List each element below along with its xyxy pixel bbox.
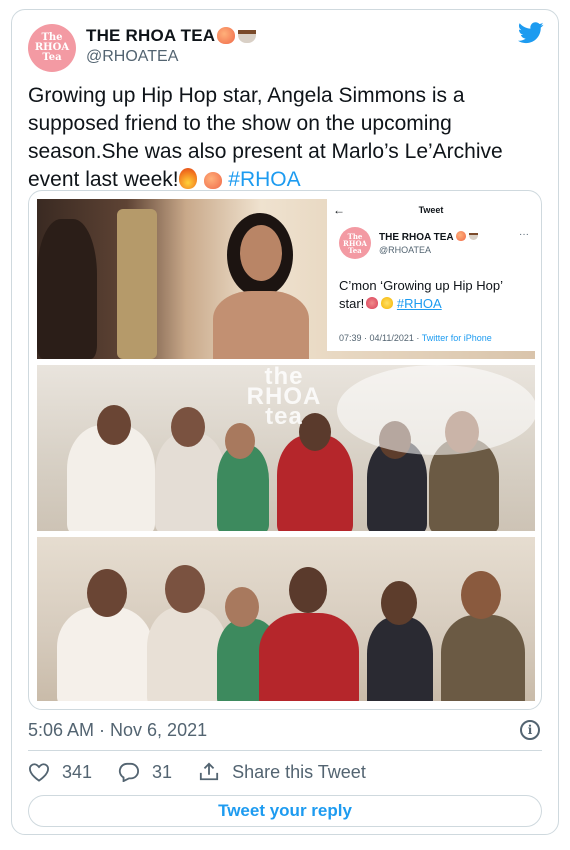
watermark-line-3: tea xyxy=(265,403,303,430)
woman-silver-outfit xyxy=(147,607,227,701)
author-display-name[interactable]: THE RHOA TEA xyxy=(86,26,257,46)
woman-red-outfit xyxy=(259,613,359,701)
woman-leopard-outfit xyxy=(441,615,525,701)
woman-shoulders xyxy=(213,291,309,359)
rhoa-tea-watermark: the RHOA tea xyxy=(229,365,339,430)
woman-head xyxy=(225,587,259,627)
tweet-actions: 341 31 Share this Tweet xyxy=(28,752,392,792)
peach-emoji xyxy=(204,172,223,189)
tweet-your-reply-button[interactable]: Tweet your reply xyxy=(28,795,542,827)
author-name-text: THE RHOA TEA xyxy=(86,26,216,45)
embedded-meta: 07:39 · 04/11/2021 · Twitter for iPhone xyxy=(339,333,492,343)
peach-emoji xyxy=(455,231,466,241)
like-button[interactable]: 341 xyxy=(28,762,92,783)
photo-angela-simmons[interactable]: ← Tweet The RHOA Tea THE RHOA TEA @RHOAT… xyxy=(37,199,535,359)
author-handle[interactable]: @RHOATEA xyxy=(86,48,178,66)
author-avatar[interactable]: The RHOA Tea xyxy=(28,24,76,72)
like-count: 341 xyxy=(62,761,93,782)
reply-button[interactable]: 31 xyxy=(118,762,172,783)
woman-face xyxy=(240,225,282,281)
twitter-bird-icon[interactable] xyxy=(518,22,544,44)
woman-head xyxy=(171,407,205,447)
info-icon[interactable]: i xyxy=(520,720,540,740)
white-feather-decor xyxy=(337,365,535,455)
embedded-name-text: THE RHOA TEA xyxy=(379,232,454,243)
tweet-card: The RHOA Tea THE RHOA TEA @RHOATEA Growi… xyxy=(11,9,559,835)
heart-emoji xyxy=(366,297,379,309)
embedded-avatar: The RHOA Tea xyxy=(339,227,371,259)
reply-count: 31 xyxy=(152,761,173,782)
woman-silver-outfit xyxy=(155,433,225,531)
woman-head xyxy=(381,581,417,625)
more-icon: ··· xyxy=(519,229,529,240)
embedded-meta-source: Twitter for iPhone xyxy=(421,333,492,343)
woman-head xyxy=(461,571,501,619)
reply-bubble-icon xyxy=(118,762,139,782)
woman-dark-outfit xyxy=(367,617,433,701)
share-label: Share this Tweet xyxy=(232,761,366,782)
background-decor xyxy=(37,219,97,359)
share-button[interactable]: Share this Tweet xyxy=(198,762,366,783)
woman-head xyxy=(87,569,127,617)
smirk-emoji xyxy=(381,297,394,309)
teacup-emoji xyxy=(468,233,478,240)
embedded-text: C’mon ‘Growing up Hip Hop’ star! #RHOA xyxy=(339,277,529,313)
embedded-avatar-line-3: Tea xyxy=(348,245,362,255)
tweet-body: Growing up Hip Hop star, Angela Simmons … xyxy=(28,82,538,194)
woman-head xyxy=(225,423,255,459)
embedded-meta-time: 07:39 · 04/11/2021 · xyxy=(339,333,420,343)
teacup-emoji xyxy=(238,30,257,43)
photo-group-2[interactable] xyxy=(37,537,535,701)
embedded-hashtag: #RHOA xyxy=(396,296,442,311)
woman-head xyxy=(289,567,327,613)
tweet-timestamp[interactable]: 5:06 AM · Nov 6, 2021 xyxy=(28,720,207,741)
share-icon xyxy=(199,762,219,781)
avatar-line-3: Tea xyxy=(42,52,62,63)
peach-emoji xyxy=(217,27,236,44)
heart-icon xyxy=(28,763,50,782)
woman-head xyxy=(97,405,131,445)
fire-emoji xyxy=(178,168,197,189)
embedded-display-name: THE RHOA TEA xyxy=(379,231,478,243)
divider xyxy=(28,750,542,751)
embedded-header: Tweet xyxy=(418,205,444,215)
hashtag-link[interactable]: #RHOA xyxy=(228,168,300,191)
woman-white-outfit xyxy=(57,607,153,701)
background-decor xyxy=(117,209,157,359)
embedded-tweet-screenshot: ← Tweet The RHOA Tea THE RHOA TEA @RHOAT… xyxy=(327,199,535,351)
woman-head xyxy=(165,565,205,613)
embedded-handle: @RHOATEA xyxy=(379,245,431,255)
tweet-media[interactable]: ← Tweet The RHOA Tea THE RHOA TEA @RHOAT… xyxy=(28,190,542,710)
